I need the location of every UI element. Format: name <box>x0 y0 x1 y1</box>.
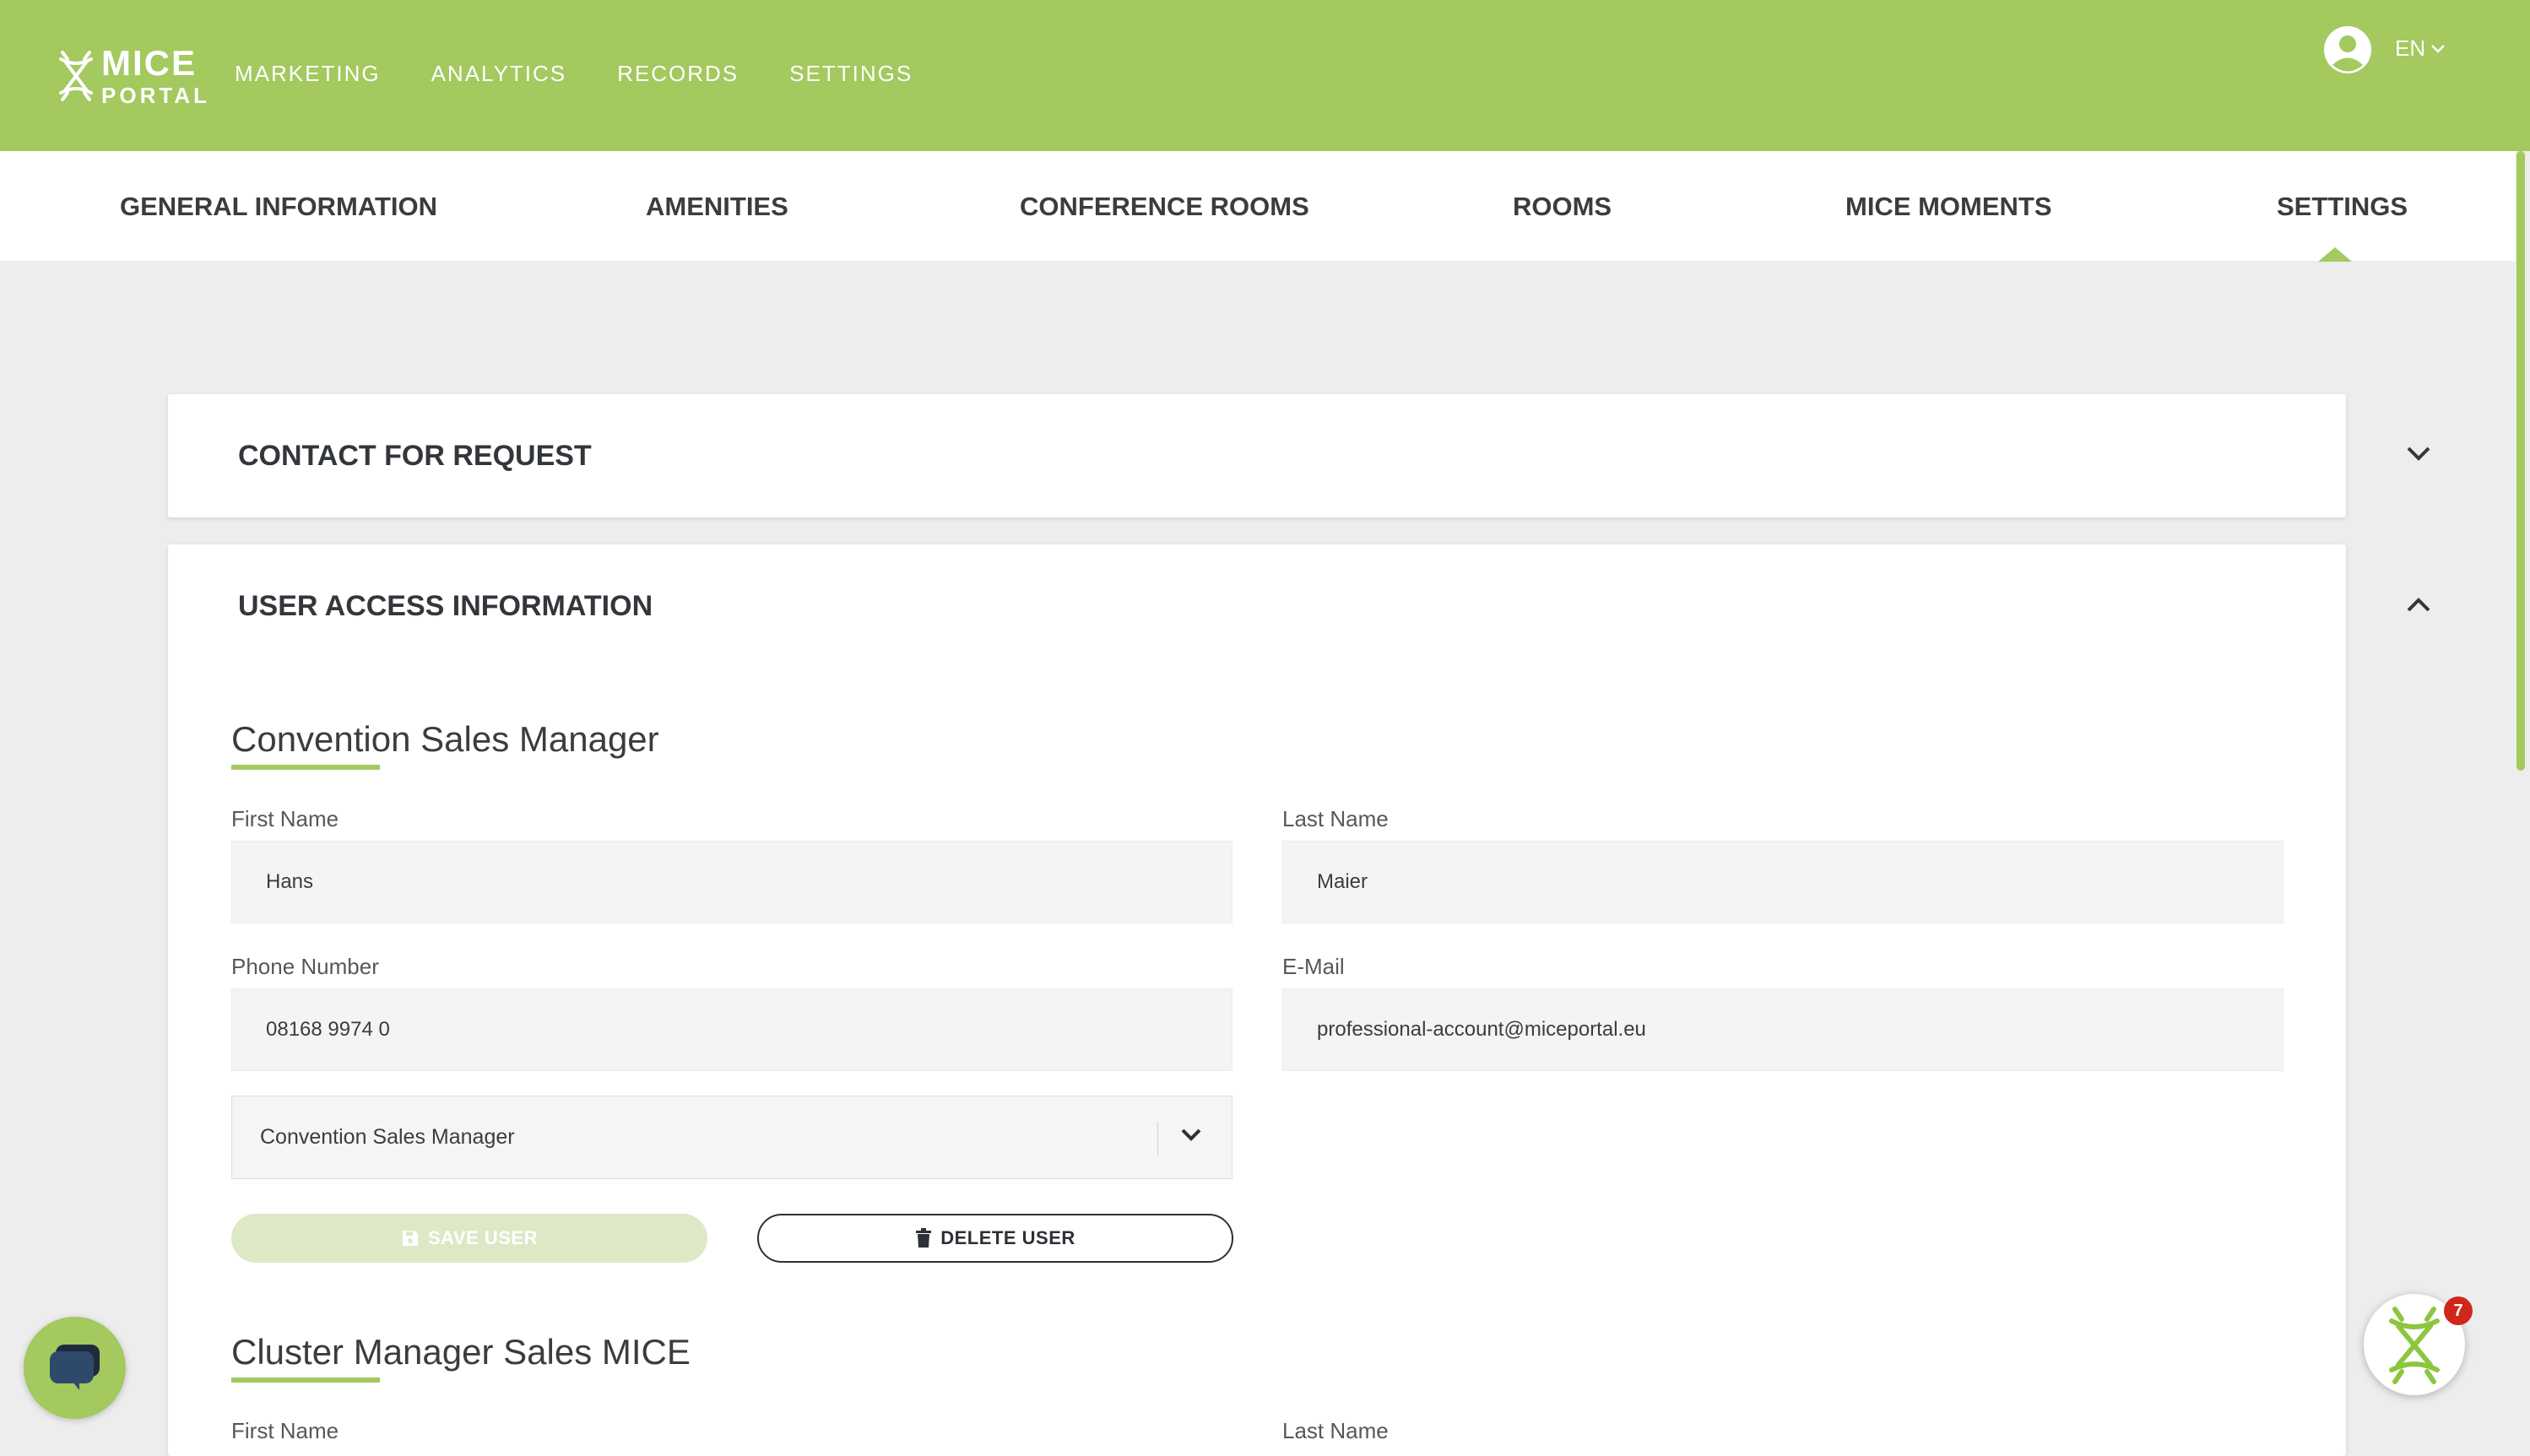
first-name-label: First Name <box>231 806 339 831</box>
last-name-field[interactable]: Maier <box>1282 841 2284 923</box>
chevron-down-icon <box>2431 44 2446 53</box>
nav-marketing[interactable]: MARKETING <box>235 61 381 87</box>
first-name-label: First Name <box>231 1418 339 1443</box>
language-selector[interactable]: EN <box>2395 35 2446 62</box>
delete-user-label: DELETE USER <box>940 1227 1075 1248</box>
trash-icon <box>916 1228 932 1248</box>
chevron-down-icon[interactable] <box>2405 445 2432 462</box>
property-tabs: GENERAL INFORMATION AMENITIES CONFERENCE… <box>0 151 2516 261</box>
active-tab-indicator <box>2318 247 2352 262</box>
scrollbar-thumb[interactable] <box>2516 151 2525 771</box>
chevron-down-icon <box>1181 1129 1201 1141</box>
tab-amenities[interactable]: AMENITIES <box>646 192 788 222</box>
account-circle-icon[interactable] <box>2323 25 2372 78</box>
logo-text-mice: MICE <box>101 43 197 83</box>
nav-analytics[interactable]: ANALYTICS <box>431 61 567 87</box>
notification-badge: 7 <box>2444 1296 2473 1325</box>
chevron-up-icon[interactable] <box>2405 597 2432 614</box>
contact-for-request-card[interactable]: CONTACT FOR REQUEST <box>168 394 2430 517</box>
phone-number-field[interactable]: 08168 9974 0 <box>231 988 1232 1071</box>
chat-button[interactable] <box>24 1317 126 1419</box>
save-user-label: SAVE USER <box>427 1227 538 1248</box>
last-name-label: Last Name <box>1282 806 1389 831</box>
section-underline <box>231 1378 380 1383</box>
mice-assistant-icon <box>2389 1307 2440 1384</box>
tab-conference-rooms[interactable]: CONFERENCE ROOMS <box>1020 192 1309 222</box>
last-name-label: Last Name <box>1282 1418 1389 1443</box>
tab-rooms[interactable]: ROOMS <box>1513 192 1612 222</box>
save-user-button[interactable]: SAVE USER <box>231 1214 707 1263</box>
user-section-title: Cluster Manager Sales MICE <box>231 1332 691 1372</box>
tab-general-information[interactable]: GENERAL INFORMATION <box>120 192 437 222</box>
tab-mice-moments[interactable]: MICE MOMENTS <box>1845 192 2052 222</box>
first-name-field[interactable]: Hans <box>231 841 1232 923</box>
user-section-title: Convention Sales Manager <box>231 719 659 759</box>
access-card-title: USER ACCESS INFORMATION <box>238 590 653 622</box>
section-underline <box>231 765 380 770</box>
delete-user-button[interactable]: DELETE USER <box>757 1214 1233 1263</box>
select-divider <box>1157 1122 1158 1156</box>
role-select[interactable]: Convention Sales Manager <box>231 1096 1232 1179</box>
tab-settings[interactable]: SETTINGS <box>2277 192 2408 222</box>
contact-card-title: CONTACT FOR REQUEST <box>238 440 592 472</box>
floppy-disk-icon <box>402 1231 418 1246</box>
nav-records[interactable]: RECORDS <box>617 61 739 87</box>
logo-icon <box>59 51 93 101</box>
nav-settings[interactable]: SETTINGS <box>789 61 913 87</box>
phone-number-label: Phone Number <box>231 954 379 979</box>
language-label: EN <box>2395 35 2426 61</box>
email-label: E-Mail <box>1282 954 1345 979</box>
main-nav: MARKETING ANALYTICS RECORDS SETTINGS <box>235 61 963 87</box>
logo-text-portal: PORTAL <box>101 83 210 108</box>
mice-portal-logo[interactable]: MICE PORTAL <box>57 46 210 106</box>
role-select-value: Convention Sales Manager <box>260 1125 515 1149</box>
top-header: MICE PORTAL MARKETING ANALYTICS RECORDS … <box>0 0 2530 151</box>
email-field[interactable]: professional-account@miceportal.eu <box>1282 988 2284 1071</box>
chat-bubble-icon <box>49 1344 100 1390</box>
